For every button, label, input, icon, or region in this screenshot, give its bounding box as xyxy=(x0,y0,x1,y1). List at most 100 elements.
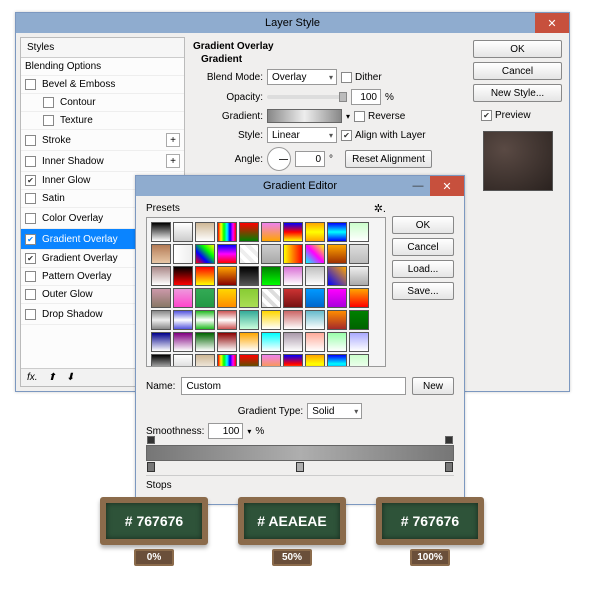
preset-swatch[interactable] xyxy=(239,244,259,264)
name-input[interactable]: Custom xyxy=(181,377,406,395)
style-row-0[interactable]: Blending Options xyxy=(21,58,184,76)
preset-swatch[interactable] xyxy=(239,310,259,330)
style-checkbox[interactable] xyxy=(25,79,36,90)
ge-ok-button[interactable]: OK xyxy=(392,216,454,234)
dither-checkbox[interactable]: Dither xyxy=(341,72,382,83)
color-stop-1[interactable] xyxy=(296,462,304,472)
preset-swatch[interactable] xyxy=(173,288,193,308)
ge-load-button[interactable]: Load... xyxy=(392,260,454,278)
ge-save-button[interactable]: Save... xyxy=(392,282,454,300)
preset-swatch[interactable] xyxy=(327,222,347,242)
preset-swatch[interactable] xyxy=(217,288,237,308)
plus-icon[interactable]: + xyxy=(166,133,180,147)
minimize-icon[interactable]: — xyxy=(406,176,430,196)
opacity-slider[interactable] xyxy=(267,95,347,99)
preset-swatch[interactable] xyxy=(261,354,281,367)
preset-swatch[interactable] xyxy=(195,332,215,352)
preset-swatch[interactable] xyxy=(283,310,303,330)
preset-swatch[interactable] xyxy=(173,332,193,352)
cancel-button[interactable]: Cancel xyxy=(473,62,562,80)
preset-swatch[interactable] xyxy=(151,244,171,264)
style-checkbox[interactable] xyxy=(25,234,36,245)
preset-swatch[interactable] xyxy=(239,222,259,242)
preset-swatch[interactable] xyxy=(151,266,171,286)
ge-cancel-button[interactable]: Cancel xyxy=(392,238,454,256)
preset-swatch[interactable] xyxy=(217,266,237,286)
preset-swatch[interactable] xyxy=(217,332,237,352)
preset-swatch[interactable] xyxy=(305,244,325,264)
close-icon[interactable]: ✕ xyxy=(430,176,464,196)
style-checkbox[interactable] xyxy=(25,309,36,320)
style-checkbox[interactable] xyxy=(25,271,36,282)
preset-swatch[interactable] xyxy=(305,310,325,330)
align-checkbox[interactable]: Align with Layer xyxy=(341,130,426,141)
reset-alignment-button[interactable]: Reset Alignment xyxy=(345,150,432,168)
preset-swatch[interactable] xyxy=(349,332,369,352)
preset-swatch[interactable] xyxy=(195,266,215,286)
preset-swatch[interactable] xyxy=(327,354,347,367)
preset-swatch[interactable] xyxy=(151,288,171,308)
opacity-stop-left[interactable] xyxy=(147,436,155,444)
preview-checkbox[interactable]: Preview xyxy=(481,110,562,121)
preset-swatch[interactable] xyxy=(173,222,193,242)
reverse-checkbox[interactable]: Reverse xyxy=(354,111,405,122)
angle-dial[interactable] xyxy=(267,147,291,171)
preset-swatch[interactable] xyxy=(261,222,281,242)
preset-swatch[interactable] xyxy=(195,310,215,330)
gradient-bar[interactable] xyxy=(146,445,454,461)
preset-swatch[interactable] xyxy=(151,310,171,330)
preset-grid[interactable] xyxy=(146,217,386,367)
plus-icon[interactable]: + xyxy=(166,154,180,168)
color-stop-0[interactable] xyxy=(147,462,155,472)
preset-swatch[interactable] xyxy=(151,222,171,242)
preset-swatch[interactable] xyxy=(173,310,193,330)
preset-swatch[interactable] xyxy=(305,332,325,352)
preset-swatch[interactable] xyxy=(217,244,237,264)
style-row-2[interactable]: Contour xyxy=(21,94,184,112)
style-select[interactable]: Linear xyxy=(267,127,337,143)
preset-swatch[interactable] xyxy=(173,266,193,286)
preset-swatch[interactable] xyxy=(239,266,259,286)
preset-swatch[interactable] xyxy=(305,222,325,242)
preset-swatch[interactable] xyxy=(261,332,281,352)
preset-swatch[interactable] xyxy=(261,266,281,286)
grad-type-select[interactable]: Solid xyxy=(307,403,362,419)
style-checkbox[interactable] xyxy=(25,213,36,224)
preset-swatch[interactable] xyxy=(327,288,347,308)
style-checkbox[interactable] xyxy=(25,175,36,186)
style-checkbox[interactable] xyxy=(43,115,54,126)
opacity-stop-right[interactable] xyxy=(445,436,453,444)
preset-swatch[interactable] xyxy=(305,354,325,367)
gradient-picker[interactable] xyxy=(267,109,342,123)
gear-icon[interactable]: ✲. xyxy=(374,202,386,215)
preset-swatch[interactable] xyxy=(151,332,171,352)
arrow-up-icon[interactable]: ⬆ xyxy=(48,372,56,383)
preset-swatch[interactable] xyxy=(261,310,281,330)
preset-swatch[interactable] xyxy=(283,244,303,264)
preset-swatch[interactable] xyxy=(327,266,347,286)
chevron-down-icon[interactable]: ▾ xyxy=(346,112,350,121)
arrow-down-icon[interactable]: ⬇ xyxy=(66,372,74,383)
style-row-4[interactable]: Stroke+ xyxy=(21,130,184,151)
style-checkbox[interactable] xyxy=(25,135,36,146)
preset-swatch[interactable] xyxy=(283,288,303,308)
layer-style-titlebar[interactable]: Layer Style ✕ xyxy=(16,13,569,33)
preset-swatch[interactable] xyxy=(305,266,325,286)
style-checkbox[interactable] xyxy=(25,289,36,300)
preset-swatch[interactable] xyxy=(239,288,259,308)
preset-swatch[interactable] xyxy=(173,244,193,264)
style-row-3[interactable]: Texture xyxy=(21,112,184,130)
ge-new-button[interactable]: New xyxy=(412,377,454,395)
color-stop-2[interactable] xyxy=(445,462,453,472)
preset-swatch[interactable] xyxy=(261,288,281,308)
preset-swatch[interactable] xyxy=(349,244,369,264)
preset-swatch[interactable] xyxy=(195,288,215,308)
preset-swatch[interactable] xyxy=(349,310,369,330)
smoothness-input[interactable]: 100 xyxy=(208,423,243,439)
preset-swatch[interactable] xyxy=(283,222,303,242)
new-style-button[interactable]: New Style... xyxy=(473,84,562,102)
preset-swatch[interactable] xyxy=(349,266,369,286)
style-row-1[interactable]: Bevel & Emboss xyxy=(21,76,184,94)
ok-button[interactable]: OK xyxy=(473,40,562,58)
blend-mode-select[interactable]: Overlay xyxy=(267,69,337,85)
